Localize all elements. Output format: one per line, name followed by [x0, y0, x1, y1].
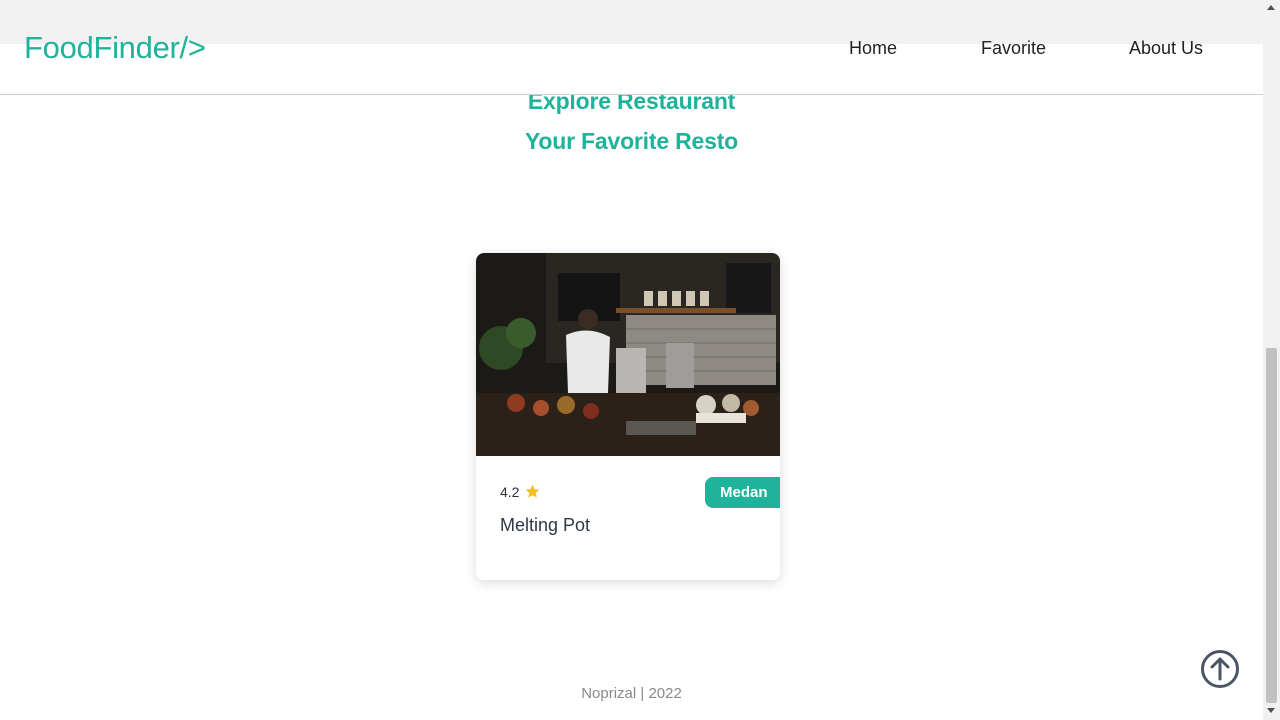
- nav-about-us[interactable]: About Us: [1129, 38, 1203, 59]
- rating: 4.2: [500, 483, 541, 500]
- navbar: FoodFinder/> Home Favorite About Us: [0, 0, 1263, 95]
- arrow-up-circle-icon: [1201, 650, 1239, 688]
- restaurant-image: [476, 253, 780, 456]
- nav-home[interactable]: Home: [849, 38, 897, 59]
- page: Explore Restaurant Your Favorite Resto M…: [0, 0, 1280, 720]
- vertical-scrollbar[interactable]: [1263, 0, 1280, 720]
- city-badge: Medan: [705, 477, 780, 508]
- scroll-down-arrow-icon[interactable]: [1267, 708, 1275, 713]
- rating-value: 4.2: [500, 483, 520, 500]
- star-icon: [524, 483, 541, 500]
- footer-text: Noprizal | 2022: [581, 685, 682, 702]
- restaurant-card[interactable]: Medan 4.2 Melting Pot: [476, 253, 780, 580]
- scroll-to-top-button[interactable]: [1200, 649, 1240, 689]
- scroll-up-arrow-icon[interactable]: [1267, 5, 1275, 10]
- nav-favorite[interactable]: Favorite: [981, 38, 1046, 59]
- brand-logo[interactable]: FoodFinder/>: [24, 30, 206, 66]
- main-content: Explore Restaurant Your Favorite Resto M…: [0, 0, 1263, 720]
- restaurant-name[interactable]: Melting Pot: [500, 515, 590, 536]
- favorite-heading: Your Favorite Resto: [524, 128, 739, 154]
- scrollbar-thumb[interactable]: [1266, 348, 1277, 703]
